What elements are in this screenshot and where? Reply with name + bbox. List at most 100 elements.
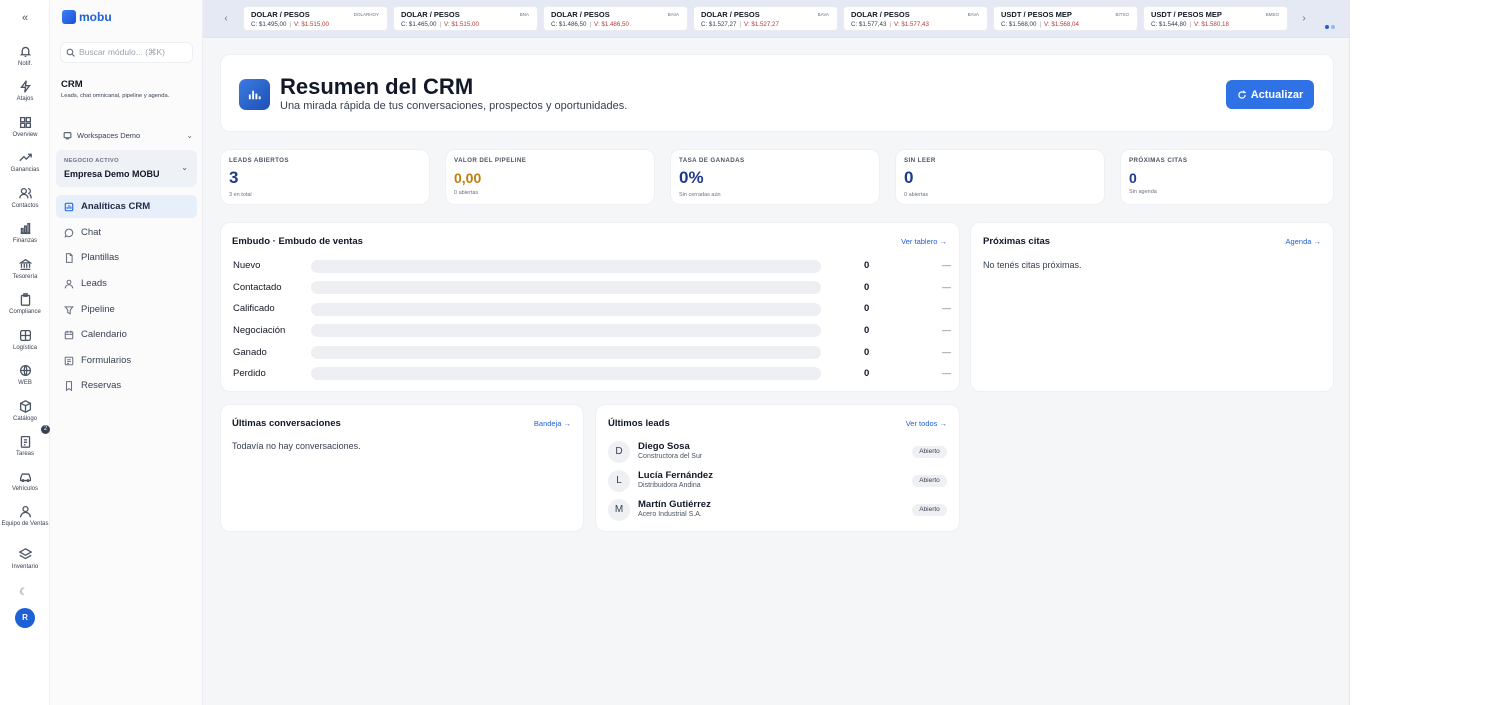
lead-name[interactable]: Lucía Fernández (638, 470, 713, 481)
nav-pipeline[interactable]: Pipeline (56, 298, 197, 321)
rail-item-logistica[interactable]: Logística (0, 329, 50, 352)
module-search-input[interactable]: Buscar módulo... (⌘K) (60, 42, 193, 63)
dark-mode-icon[interactable]: ☾ (19, 587, 28, 598)
rail-item-equipo[interactable]: Equipo de Ventas (0, 505, 50, 528)
ticker-card: DOLAR / PESOS BAVA C: $1.577,43 | V: $1.57… (843, 6, 988, 31)
clipboard-icon (20, 293, 30, 306)
main-content: ‹ › DOLAR / PESOS DOLARHOY C: $1.495,00 |… (203, 0, 1350, 705)
nav-label: Calendario (81, 329, 127, 340)
bank-icon (18, 258, 32, 271)
nav-chat[interactable]: Chat (56, 221, 197, 244)
app-root: « Notif. Atajos Overview Ganancias Conta… (0, 0, 1500, 705)
ticker-pair: DOLAR / PESOS (251, 10, 310, 19)
calendar-icon (64, 330, 74, 339)
stat-value: 0% (679, 168, 704, 187)
stat-value: 0 (904, 168, 914, 187)
ticker-sell: V: $1.577,43 (894, 21, 929, 28)
bolt-icon (19, 80, 31, 93)
business-name: Empresa Demo MOBU (64, 169, 160, 179)
chevron-down-icon: ⌄ (186, 131, 193, 140)
stage-name: Calificado (233, 303, 275, 314)
rail-item-atajos[interactable]: Atajos (0, 80, 50, 103)
rail-item-notif[interactable]: Notif. (0, 45, 50, 68)
view-board-link[interactable]: Ver tablero → (901, 237, 947, 246)
module-title: CRM (61, 79, 83, 90)
rail-label: Compliance (9, 309, 41, 315)
stage-count: 0 (864, 347, 870, 358)
rail-item-web[interactable]: WEB (0, 364, 50, 387)
stage-name: Perdido (233, 368, 266, 379)
boxes-icon (19, 329, 31, 342)
user-avatar[interactable]: R (15, 608, 35, 628)
rail-item-compliance[interactable]: Compliance (0, 293, 50, 316)
ticker-next-icon[interactable]: › (1297, 12, 1311, 26)
stage-name: Contactado (233, 282, 282, 293)
ticker-card: DOLAR / PESOS BAVA C: $1.527,27 | V: $1.52… (693, 6, 838, 31)
lead-status-badge: Abierto (912, 475, 947, 487)
stage-count: 0 (864, 325, 870, 336)
lead-status-badge: Abierto (912, 504, 947, 516)
active-business-selector[interactable]: NEGOCIO ACTIVO Empresa Demo MOBU ⌄ (56, 150, 197, 187)
agenda-link[interactable]: Agenda → (1286, 237, 1321, 246)
lead-name[interactable]: Martín Gutiérrez (638, 499, 711, 510)
rail-item-finanzas[interactable]: Finanzas (0, 222, 50, 245)
page-title: Resumen del CRM (280, 74, 474, 99)
ticker-card: USDT / PESOS MEP BITSO C: $1.568,00 | V: $… (993, 6, 1138, 31)
rail-item-vehiculos[interactable]: Vehículos (0, 470, 50, 493)
nav-label: Analíticas CRM (81, 201, 151, 212)
nav-analiticas-crm[interactable]: Analíticas CRM (56, 195, 197, 218)
appointments-empty: No tenés citas próximas. (983, 260, 1082, 270)
business-label: NEGOCIO ACTIVO (64, 158, 119, 164)
view-all-leads-link[interactable]: Ver todos → (906, 419, 947, 428)
nav-leads[interactable]: Leads (56, 272, 197, 295)
rail-label: Vehículos (11, 486, 39, 492)
stat-hint: Sin cerradas aún (679, 192, 721, 198)
stage-count: 0 (864, 368, 870, 379)
rail-item-inventario[interactable]: Inventario (0, 548, 50, 571)
stage-amount: — (942, 325, 951, 335)
rail-label: Catálogo (12, 416, 38, 422)
nav-formularios[interactable]: Formularios (56, 349, 197, 372)
ticker-pair: USDT / PESOS MEP (1151, 10, 1222, 19)
nav-calendario[interactable]: Calendario (56, 323, 197, 346)
search-placeholder: Buscar módulo... (⌘K) (79, 47, 165, 57)
ticker-values: C: $1.577,43 | V: $1.577,43 (851, 21, 929, 28)
inbox-link[interactable]: Bandeja → (534, 419, 571, 428)
rail-label: Equipo de Ventas (1, 521, 49, 527)
refresh-button[interactable]: Actualizar (1226, 80, 1314, 109)
stage-bar (311, 260, 821, 273)
ticker-prev-icon[interactable]: ‹ (219, 12, 233, 26)
workspace-selector[interactable]: Workspaces Demo ⌄ (63, 131, 193, 140)
lead-name[interactable]: Diego Sosa (638, 441, 690, 452)
users-icon (18, 187, 32, 199)
conversations-empty: Todavía no hay conversaciones. (232, 441, 361, 451)
rail-item-ganancias[interactable]: Ganancias (0, 151, 50, 174)
lead-avatar: M (608, 499, 630, 521)
ticker-buy: C: $1.495,00 (251, 21, 287, 28)
stage-count: 0 (864, 282, 870, 293)
rail-label: Finanzas (12, 238, 38, 244)
ticker-source: BNA (519, 12, 529, 17)
logo[interactable]: mobu (62, 10, 112, 24)
stat-label: SIN LEER (904, 157, 936, 164)
ticker-values: C: $1.486,50 | V: $1.486,50 (551, 21, 629, 28)
rail-item-tareas[interactable]: Tareas (0, 435, 50, 458)
stat-value: 3 (229, 168, 239, 187)
rail-item-contactos[interactable]: Contactos (0, 187, 50, 210)
ticker-values: C: $1.544,80 | V: $1.580,18 (1151, 21, 1229, 28)
rail-item-tesoreria[interactable]: Tesorería (0, 258, 50, 281)
nav-plantillas[interactable]: Plantillas (56, 246, 197, 269)
ticker-pagination (1325, 16, 1337, 29)
rail-label: Tareas (15, 451, 34, 457)
rail-item-catalogo[interactable]: Catálogo (0, 400, 50, 423)
refresh-label: Actualizar (1250, 88, 1304, 101)
rail-item-overview[interactable]: Overview (0, 116, 50, 139)
rail-label: Atajos (16, 96, 34, 102)
recent-leads-card: Últimos leads Ver todos → D Diego Sosa C… (595, 404, 960, 532)
nav-label: Leads (81, 278, 107, 289)
nav-reservas[interactable]: Reservas (56, 374, 197, 397)
collapse-sidebar-icon[interactable]: « (18, 11, 32, 25)
ticker-pair: USDT / PESOS MEP (1001, 10, 1072, 19)
layers-icon (18, 548, 32, 560)
ticker-values: C: $1.495,00 | V: $1.515,00 (251, 21, 329, 28)
